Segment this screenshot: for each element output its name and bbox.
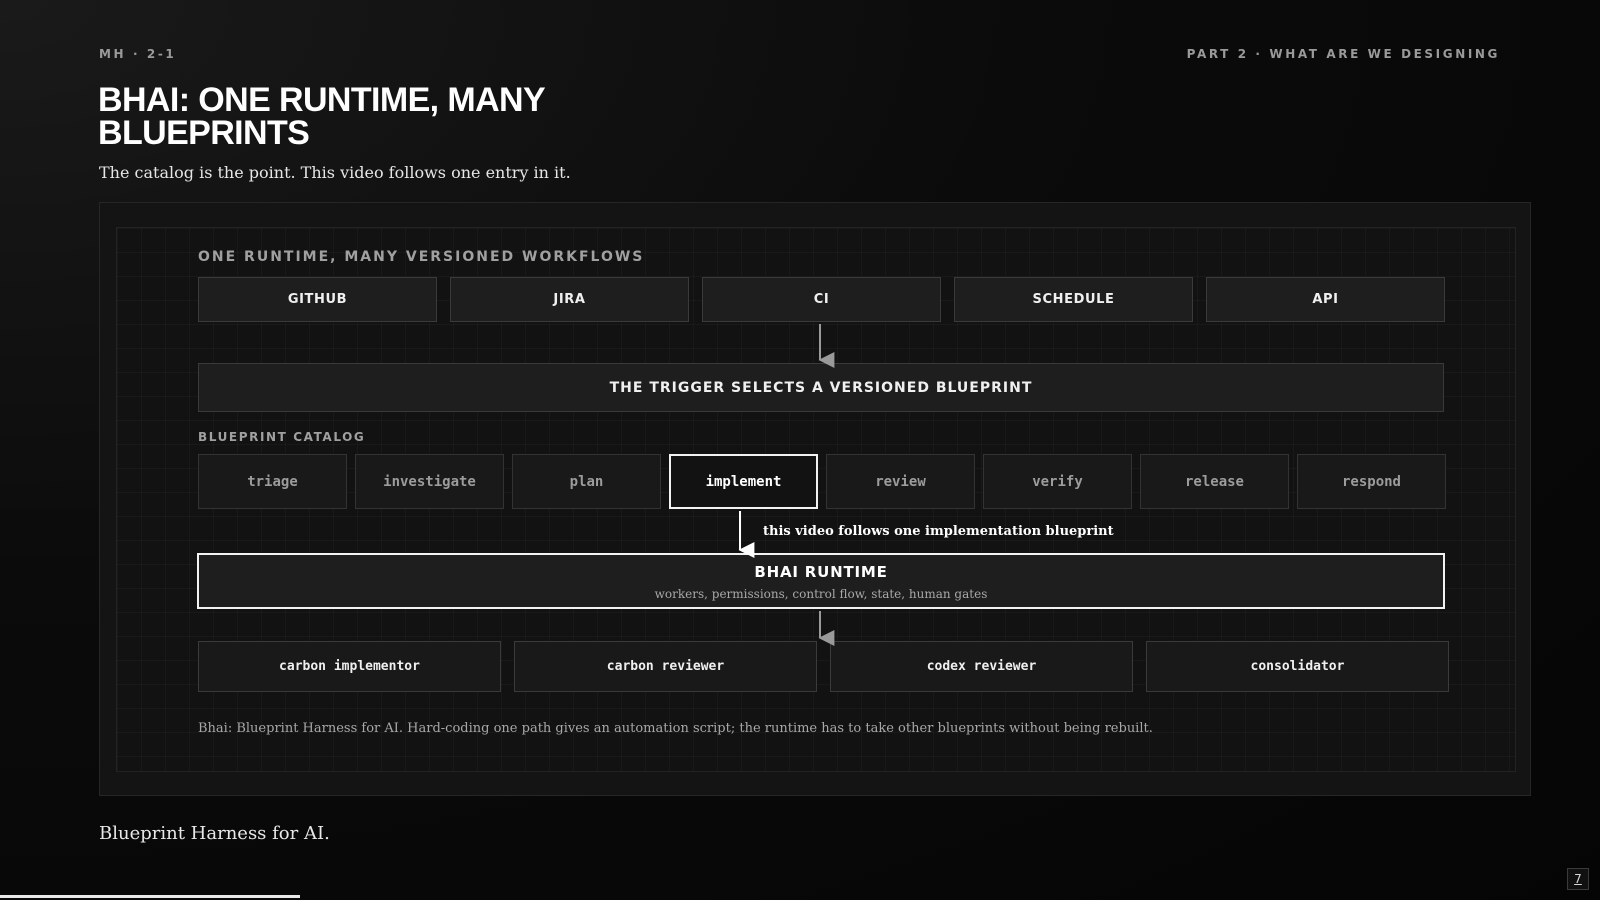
trigger-jira: JIRA [450,277,689,322]
blueprint-implement-selected: implement [669,454,818,509]
page-title: BHAI: ONE RUNTIME, MANY BLUEPRINTS [98,81,545,152]
blueprint-plan: plan [512,454,661,509]
triggers-label: ONE RUNTIME, MANY VERSIONED WORKFLOWS [198,249,645,265]
blueprint-review: review [826,454,975,509]
diagram-footnote: Bhai: Blueprint Harness for AI. Hard-cod… [198,721,1153,736]
worker-carbon-implementor: carbon implementor [198,641,501,692]
bhai-runtime: BHAI RUNTIME workers, permissions, contr… [197,553,1445,609]
progress-bar [0,895,300,898]
blueprint-verify: verify [983,454,1132,509]
worker-carbon-reviewer: carbon reviewer [514,641,817,692]
trigger-ci: CI [702,277,941,322]
trigger-schedule: SCHEDULE [954,277,1193,322]
runtime-subtitle: workers, permissions, control flow, stat… [654,587,988,601]
catalog-label: BLUEPRINT CATALOG [198,430,366,444]
page-number[interactable]: 7 [1567,868,1589,890]
slide-caption: Blueprint Harness for AI. [99,823,330,844]
section-label: PART 2 · WHAT ARE WE DESIGNING [1186,47,1500,61]
blueprint-release: release [1140,454,1289,509]
worker-consolidator: consolidator [1146,641,1449,692]
trigger-github: GITHUB [198,277,437,322]
page-subtitle: The catalog is the point. This video fol… [99,163,571,182]
blueprint-respond: respond [1297,454,1446,509]
blueprint-selector: THE TRIGGER SELECTS A VERSIONED BLUEPRIN… [198,363,1444,412]
runtime-title: BHAI RUNTIME [754,563,888,581]
slide-id: MH · 2-1 [99,47,177,61]
blueprint-investigate: investigate [355,454,504,509]
blueprint-triage: triage [198,454,347,509]
follow-note: this video follows one implementation bl… [763,524,1114,539]
trigger-api: API [1206,277,1445,322]
worker-codex-reviewer: codex reviewer [830,641,1133,692]
